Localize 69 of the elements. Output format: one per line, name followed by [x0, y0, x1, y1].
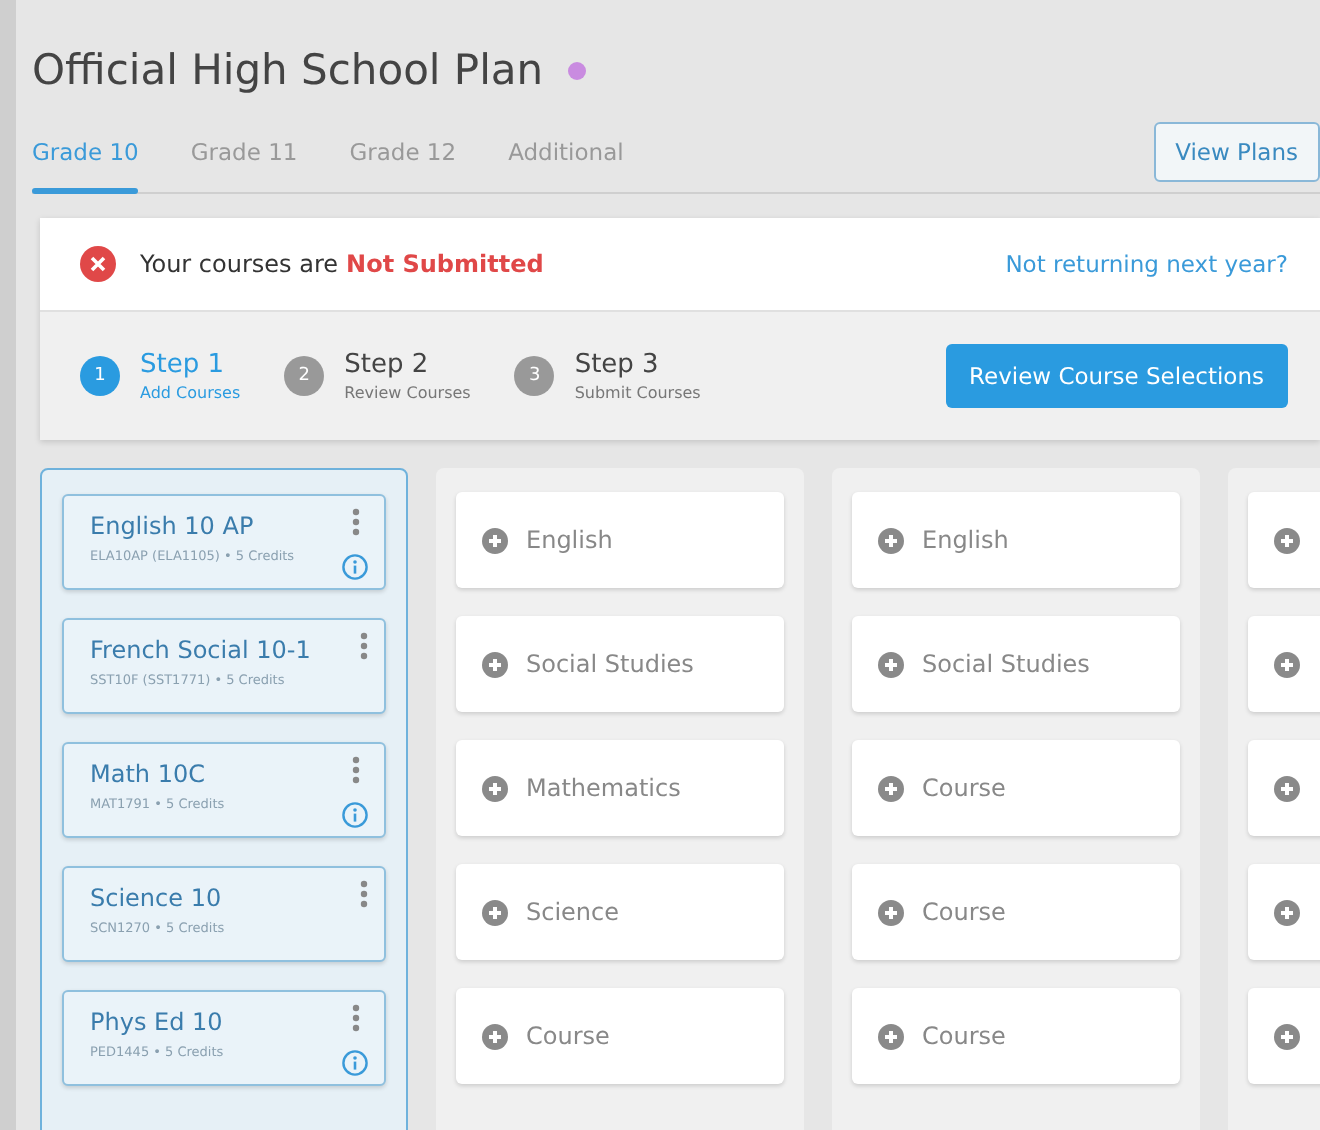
step-title: Step 2 [344, 350, 431, 380]
status-dot [567, 61, 586, 79]
slot-label: Social Studies [526, 650, 694, 678]
info-icon[interactable] [342, 554, 368, 580]
course-name: Phys Ed 10 [90, 1008, 225, 1036]
plus-icon [482, 527, 508, 553]
plan-title: Official High School Plan [32, 46, 544, 94]
more-icon[interactable] [351, 508, 359, 536]
grade-tab[interactable]: Additional [508, 112, 624, 192]
add-course-slot[interactable]: Social Studies [456, 616, 784, 712]
add-course-slot[interactable]: Course [852, 740, 1180, 836]
grade-tab[interactable]: Grade 12 [349, 112, 457, 192]
slot-label: Course [922, 1022, 1006, 1050]
more-icon[interactable] [360, 880, 368, 908]
plus-icon [1274, 899, 1300, 925]
plus-icon [482, 775, 508, 801]
add-course-slot[interactable]: English [852, 492, 1180, 588]
step-subtitle: Add Courses [140, 384, 241, 402]
slot-label: Science [526, 898, 620, 926]
add-course-slot[interactable]: Course [852, 988, 1180, 1084]
add-course-slot[interactable]: Course [852, 864, 1180, 960]
plus-icon [878, 1023, 904, 1049]
step-number: 1 [80, 356, 120, 396]
course-name: English 10 AP [90, 512, 256, 540]
plus-icon [1274, 1023, 1300, 1049]
course-name: Math 10C [90, 760, 207, 788]
plus-icon [878, 775, 904, 801]
slot-label: Course [922, 898, 1006, 926]
step-subtitle: Submit Courses [574, 384, 701, 402]
review-button[interactable]: Review Course Selections [945, 344, 1288, 408]
slot-label: English [922, 526, 1009, 554]
more-icon[interactable] [360, 632, 368, 660]
plus-icon [482, 1023, 508, 1049]
add-course-slot[interactable]: Mathematics [456, 740, 784, 836]
course-name: Science 10 [90, 884, 224, 912]
plus-icon [878, 651, 904, 677]
info-icon[interactable] [342, 802, 368, 828]
not-returning-link[interactable]: Not returning next year? [1005, 250, 1288, 278]
slot-label: Course [526, 1022, 610, 1050]
add-course-slot[interactable]: Course [456, 988, 784, 1084]
status-message: Your courses are [140, 250, 339, 278]
plus-icon [1274, 775, 1300, 801]
slot-label: Course [922, 774, 1006, 802]
plus-icon [482, 651, 508, 677]
more-icon[interactable] [351, 1004, 359, 1032]
add-course-slot[interactable]: English [456, 492, 784, 588]
plus-icon [878, 899, 904, 925]
info-icon[interactable] [342, 1050, 368, 1076]
plus-icon [878, 527, 904, 553]
course-name: French Social 10-1 [90, 636, 313, 664]
step-number: 2 [284, 356, 325, 396]
grade-tab[interactable]: Grade 10 [32, 112, 139, 192]
step-number: 3 [514, 356, 555, 396]
step-title: Step 1 [140, 350, 227, 380]
more-icon[interactable] [351, 756, 359, 784]
add-course-slot[interactable]: Social Studies [852, 616, 1180, 712]
status-label: Not Submitted [346, 250, 544, 278]
view-plans-button[interactable]: View Plans [1153, 122, 1320, 182]
plus-icon [1274, 651, 1300, 677]
error-icon [80, 246, 116, 282]
slot-label: Mathematics [526, 774, 681, 802]
slot-label: Social Studies [922, 650, 1090, 678]
step-subtitle: Review Courses [344, 384, 471, 402]
grade-tab[interactable]: Grade 11 [190, 112, 298, 192]
plus-icon [482, 899, 508, 925]
slot-label: English [526, 526, 613, 554]
plus-icon [1274, 527, 1300, 553]
step-title: Step 3 [574, 350, 661, 380]
add-course-slot[interactable]: Science [456, 864, 784, 960]
